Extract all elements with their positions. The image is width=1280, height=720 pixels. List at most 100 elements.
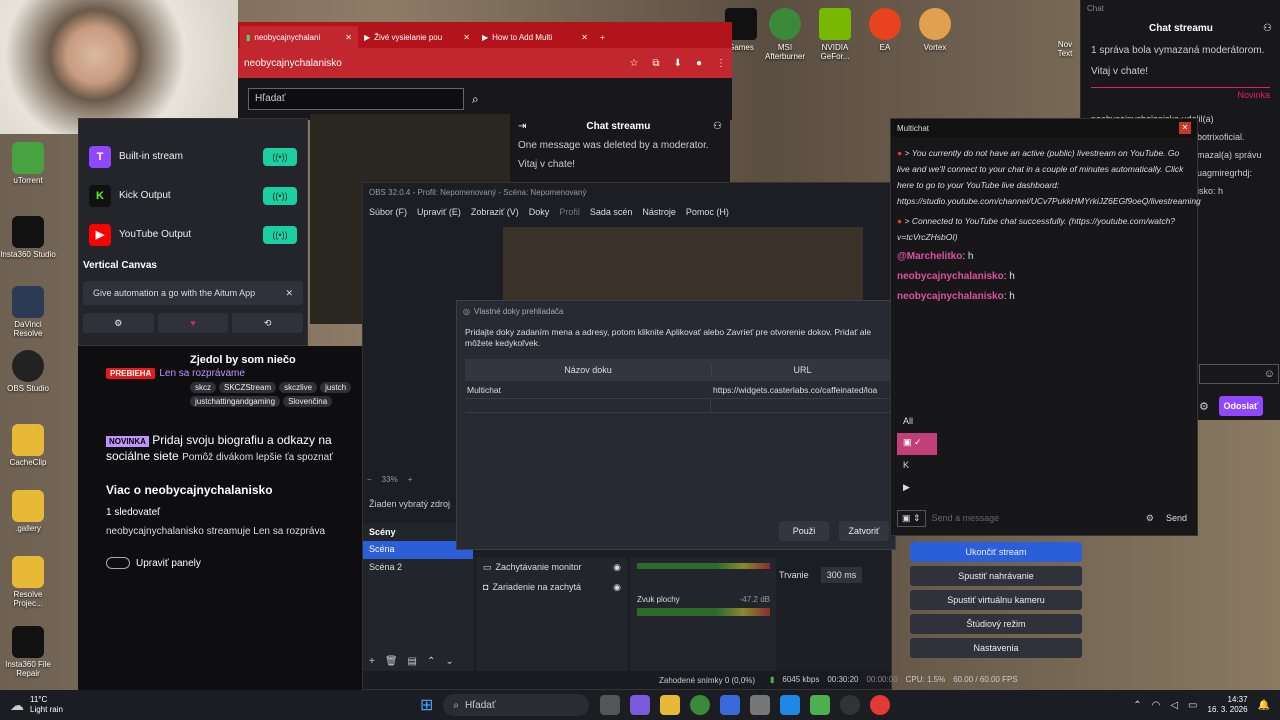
desktop-icon-new-text[interactable]: Nov Text (1050, 40, 1080, 58)
gear-icon[interactable]: ⚙ (1146, 513, 1154, 524)
desktop-icon-insta360[interactable]: Insta360 Studio (0, 216, 56, 259)
gear-icon[interactable]: ⚙ (1199, 400, 1209, 413)
down-icon[interactable]: ⌄ (445, 656, 453, 667)
eye-icon[interactable]: ◉ (613, 562, 621, 573)
desktop-icon-vortex[interactable]: Vortex (912, 8, 958, 52)
platform-select[interactable]: ▣ ⇕ (897, 509, 926, 527)
tab-youtube-live[interactable]: ▶ Živé vysielanie pou ✕ (358, 26, 476, 48)
add-icon[interactable]: + (369, 656, 375, 667)
send-button[interactable]: Send (1160, 513, 1193, 523)
copilot-icon[interactable] (630, 695, 651, 715)
desktop-icon-nvidia[interactable]: NVIDIA GeFor... (812, 8, 858, 61)
stop-stream-button[interactable]: Ukončiť stream (910, 542, 1082, 562)
menu-file[interactable]: Súbor (F) (369, 207, 407, 217)
menu-edit[interactable]: Upraviť (E) (417, 207, 461, 217)
settings-button[interactable]: Nastavenia (910, 638, 1082, 658)
casterlabs-icon[interactable] (870, 695, 891, 715)
profile-icon[interactable]: ● (696, 58, 702, 69)
address-bar[interactable]: neobycajnychalanisko ☆ ⧉ ⬇ ● ⋮ (238, 48, 732, 78)
start-icon[interactable]: ⊞ (420, 695, 433, 715)
stream-toggle[interactable]: ((•)) (263, 186, 297, 205)
stream-toggle[interactable]: ((•)) (263, 147, 297, 166)
desktop-icon-insta360-repair[interactable]: Insta360 File Repair (0, 626, 56, 678)
scene-item[interactable]: Scéna 2 (363, 559, 473, 577)
close-icon[interactable]: ✕ (581, 33, 588, 42)
collapse-icon[interactable]: ⇥ (518, 121, 526, 132)
eye-icon[interactable]: ◉ (613, 582, 621, 593)
file-explorer-icon[interactable] (660, 695, 681, 715)
desktop-icon-utorrent[interactable]: uTorrent (0, 142, 56, 185)
notification-icon[interactable]: 🔔 (1258, 700, 1270, 711)
close-icon[interactable]: ✕ (463, 33, 470, 42)
search-icon[interactable]: ⌕ (472, 92, 479, 107)
desktop-icon-ea[interactable]: EA (862, 8, 908, 52)
desktop-icon-resolve-projects[interactable]: Resolve Projec... (0, 556, 56, 608)
app-icon[interactable] (810, 695, 831, 715)
filter-twitch[interactable]: ▣ ✓ (897, 433, 937, 455)
app-icon[interactable] (780, 695, 801, 715)
desktop-icon-cacheclip[interactable]: CacheClip (0, 424, 56, 467)
dock-name-field[interactable]: Multichat (465, 385, 711, 395)
star-icon[interactable]: ☆ (629, 58, 638, 69)
donate-button[interactable]: ♥ (157, 313, 229, 333)
trash-icon[interactable]: 🗑 (385, 656, 398, 667)
battery-icon[interactable]: ▭ (1188, 700, 1197, 711)
edit-panels-toggle[interactable]: Upraviť panely (106, 557, 366, 569)
zoom-out-icon[interactable]: − (367, 475, 372, 484)
up-icon[interactable]: ⌃ (427, 656, 435, 667)
stream-toggle[interactable]: ((•)) (263, 225, 297, 244)
filter-all[interactable]: All (897, 411, 937, 433)
menu-docks[interactable]: Doky (529, 207, 550, 217)
tag[interactable]: SKCZStream (219, 382, 277, 393)
emoji-icon[interactable]: ☺ (1264, 368, 1275, 380)
obs-icon[interactable] (840, 695, 861, 715)
store-icon[interactable] (720, 695, 741, 715)
close-icon[interactable]: ✕ (1179, 122, 1191, 134)
start-virtual-camera-button[interactable]: Spustiť virtuálnu kameru (910, 590, 1082, 610)
apply-button[interactable]: Použi (779, 521, 829, 541)
volume-icon[interactable]: ◁ (1170, 700, 1178, 711)
clock[interactable]: 14:37 16. 3. 2026 (1208, 695, 1248, 715)
menu-icon[interactable]: ⋮ (716, 58, 726, 69)
message-input[interactable]: Send a message (932, 513, 1140, 523)
tag[interactable]: skcz (190, 382, 216, 393)
studio-mode-button[interactable]: Štúdiový režim (910, 614, 1082, 634)
new-tab-button[interactable]: + (594, 26, 614, 48)
task-view-icon[interactable] (600, 695, 621, 715)
toggle-switch[interactable] (106, 557, 130, 569)
chrome-icon[interactable] (690, 695, 711, 715)
desktop-icon-davinci[interactable]: DaVinci Resolve (0, 286, 56, 338)
chat-input[interactable]: ☺ (1199, 364, 1279, 384)
twitch-search-input[interactable]: Hľadať (248, 88, 464, 110)
menu-profile[interactable]: Profil (559, 207, 580, 217)
taskbar-search[interactable]: ⌕ Hľadať (443, 694, 590, 716)
dock-url-field[interactable]: https://widgets.casterlabs.co/caffeinate… (711, 385, 893, 395)
tag[interactable]: Slovenčina (283, 396, 333, 407)
download-icon[interactable]: ⬇ (674, 58, 682, 69)
weather-widget[interactable]: ☁ 11°C Light rain (0, 695, 110, 715)
filter-icon[interactable]: ▤ (408, 656, 417, 667)
tab-twitch[interactable]: ▮ neobycajnychalani ✕ (240, 26, 358, 48)
transition-duration-input[interactable]: 300 ms (820, 567, 863, 583)
filter-youtube[interactable]: ▶ (897, 477, 937, 499)
menu-tools[interactable]: Nástroje (642, 207, 676, 217)
send-button[interactable]: Odoslať (1218, 396, 1263, 416)
tag[interactable]: justchattingandgaming (190, 396, 281, 407)
refresh-button[interactable]: ⟲ (232, 313, 304, 333)
wifi-icon[interactable]: ◠ (1152, 700, 1161, 711)
start-recording-button[interactable]: Spustiť nahrávanie (910, 566, 1082, 586)
chevron-up-icon[interactable]: ⌃ (1133, 700, 1141, 711)
tag[interactable]: skczlive (279, 382, 318, 393)
zoom-in-icon[interactable]: + (408, 475, 413, 484)
tab-howto[interactable]: ▶ How to Add Multi ✕ (476, 26, 594, 48)
close-icon[interactable]: ✕ (285, 288, 293, 299)
menu-view[interactable]: Zobraziť (V) (471, 207, 519, 217)
source-item[interactable]: ▭ Zachytávanie monitor ◉ (477, 557, 627, 577)
users-icon[interactable]: ⚇ (713, 121, 722, 132)
settings-button[interactable]: ⚙ (83, 313, 154, 333)
users-icon[interactable]: ⚇ (1263, 23, 1272, 34)
menu-help[interactable]: Pomoc (H) (686, 207, 729, 217)
menu-scene-collection[interactable]: Sada scén (590, 207, 633, 217)
category-link[interactable]: Len sa rozprávame (159, 368, 245, 379)
desktop-icon-msi[interactable]: MSI Afterburner (762, 8, 808, 61)
